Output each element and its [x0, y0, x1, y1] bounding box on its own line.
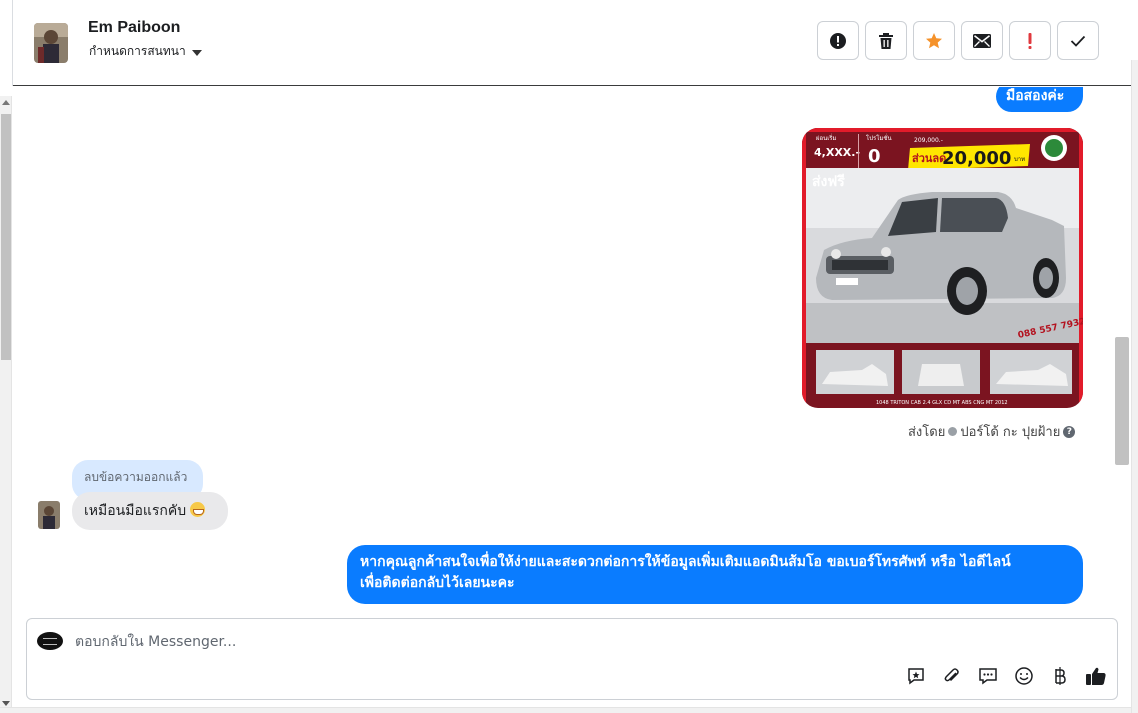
sent-by-prefix: ส่งโดย — [908, 425, 946, 440]
sent-by-attribution: ส่งโดย ปอร์โด้ กะ ปุยฝ้าย ? — [908, 421, 1076, 442]
scroll-down-icon[interactable] — [2, 701, 10, 706]
contact-avatar-small[interactable] — [38, 501, 60, 529]
scrollbar-thumb[interactable] — [1115, 337, 1129, 465]
quick-reply-button[interactable] — [977, 665, 999, 687]
message-thread: มือสองค่ะ ผ่อนเริ่ม 4,XXX.- โปรโมชั่น 0 … — [13, 87, 1113, 605]
reply-input[interactable] — [75, 631, 975, 653]
car-advert-image[interactable]: ผ่อนเริ่ม 4,XXX.- โปรโมชั่น 0 209,000.- … — [802, 128, 1083, 408]
mark-done-button[interactable] — [1057, 21, 1099, 60]
baht-icon — [1055, 667, 1066, 685]
alert-circle-icon — [830, 32, 846, 49]
free-shipping-label: ส่งฟรี — [812, 174, 845, 190]
promo-value: 0 — [868, 146, 881, 167]
saved-reply-button[interactable] — [905, 665, 927, 687]
scroll-up-icon[interactable] — [2, 100, 10, 105]
attachment-icon — [944, 668, 959, 682]
grin-emoji-icon — [190, 502, 206, 517]
horizontal-scrollbar[interactable] — [0, 707, 1131, 713]
chevron-down-icon — [191, 49, 202, 56]
thread-scrollbar[interactable] — [1113, 87, 1131, 605]
inbox-frame: Em Paiboon กำหนดการสนทนา มือสองค่ะ ผ่อนเ… — [0, 0, 1138, 713]
attach-button[interactable] — [941, 665, 963, 687]
mark-unread-button[interactable] — [961, 21, 1003, 60]
conversation-header: Em Paiboon กำหนดการสนทนา — [13, 0, 1138, 86]
trash-icon — [879, 32, 893, 49]
down-payment-value: 4,XXX.- — [814, 146, 860, 159]
reply-composer — [26, 618, 1118, 700]
check-icon — [1070, 35, 1086, 47]
chat-bubble-icon — [979, 668, 997, 685]
saved-reply-icon — [908, 668, 924, 685]
help-icon[interactable]: ? — [1063, 425, 1076, 438]
spam-button[interactable] — [817, 21, 859, 60]
star-icon — [926, 32, 942, 48]
outgoing-message-long[interactable]: หากคุณลูกค้าสนใจเพื่อให้ง่ายและสะดวกต่อก… — [347, 545, 1083, 604]
incoming-message-text: เหมือนมือแรกคับ — [84, 503, 187, 519]
emoji-icon — [1015, 667, 1033, 685]
page-avatar — [37, 632, 63, 650]
message-line: เพื่อติดต่อกลับไว้เลยนะคะ — [360, 575, 515, 591]
verified-dot-icon — [948, 427, 958, 436]
outgoing-message[interactable]: มือสองค่ะ — [996, 87, 1083, 112]
conversation-toolbar — [817, 21, 1099, 60]
left-scrollbar[interactable] — [0, 96, 12, 713]
contact-avatar[interactable] — [34, 23, 68, 63]
exclamation-icon — [1028, 32, 1032, 49]
thumbs-up-icon — [1086, 667, 1106, 685]
composer-tools — [905, 665, 1107, 687]
discount-value: 20,000 — [942, 148, 1011, 169]
envelope-icon — [973, 33, 991, 48]
star-button[interactable] — [913, 21, 955, 60]
assign-label: กำหนดการสนทนา — [89, 44, 186, 58]
important-button[interactable] — [1009, 21, 1051, 60]
promo-label: โปรโมชั่น — [866, 134, 892, 142]
payment-button[interactable] — [1049, 665, 1071, 687]
contact-name[interactable]: Em Paiboon — [88, 19, 180, 37]
discount-unit: บาท — [1014, 156, 1025, 163]
ad-footer-text: 1048 TRITON CAB 2.4 GLX CD MT ABS CNG MT… — [876, 400, 1008, 406]
old-price: 209,000.- — [914, 137, 943, 144]
message-line: หากคุณลูกค้าสนใจเพื่อให้ง่ายและสะดวกต่อก… — [360, 554, 1011, 570]
delete-button[interactable] — [865, 21, 907, 60]
down-payment-label: ผ่อนเริ่ม — [816, 134, 836, 142]
sent-by-name[interactable]: ปอร์โด้ กะ ปุยฝ้าย — [960, 421, 1060, 442]
scrollbar-thumb[interactable] — [1, 114, 11, 360]
emoji-button[interactable] — [1013, 665, 1035, 687]
incoming-message[interactable]: เหมือนมือแรกคับ — [72, 492, 228, 530]
like-button[interactable] — [1085, 665, 1107, 687]
page-scrollbar-track[interactable] — [1131, 60, 1138, 713]
assign-conversation-dropdown[interactable]: กำหนดการสนทนา — [89, 42, 202, 61]
